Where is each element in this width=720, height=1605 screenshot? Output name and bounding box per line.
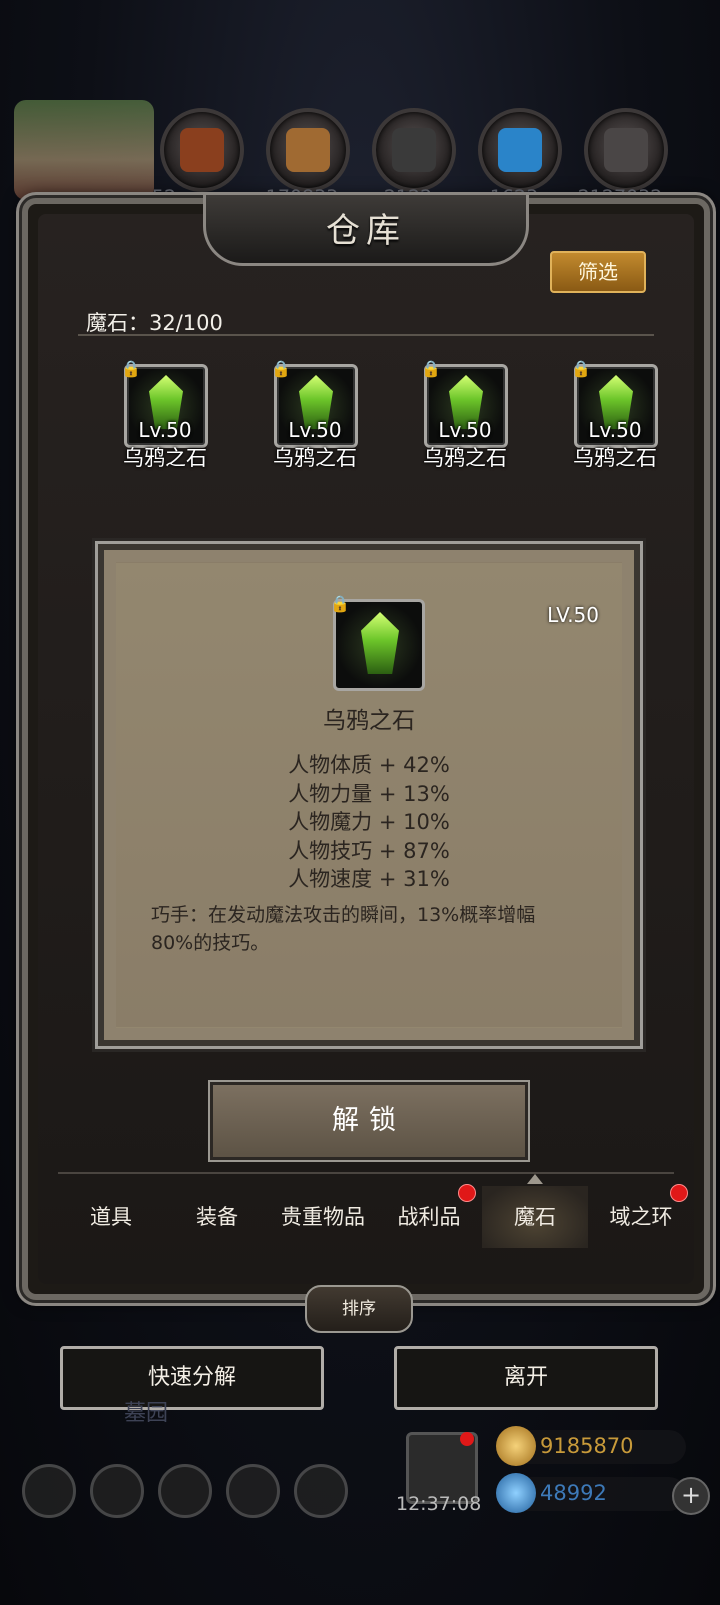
item-slot[interactable]: 🔒 Lv.50 乌鸦之石 bbox=[550, 359, 680, 474]
gem-amount: 48992 bbox=[540, 1481, 607, 1505]
detail-item-name: 乌鸦之石 bbox=[323, 708, 415, 734]
leave-button[interactable]: 离开 bbox=[394, 1346, 658, 1410]
hud-mail-icon[interactable] bbox=[226, 1464, 280, 1518]
detail-parchment: 🔒 LV.50 乌鸦之石 人物体质 + 42% 人物力量 + 13% 人物魔力 … bbox=[116, 562, 622, 1028]
item-name: 乌鸦之石 bbox=[573, 446, 657, 470]
tab-label: 域之环 bbox=[609, 1205, 673, 1229]
item-level: Lv.50 bbox=[588, 418, 642, 442]
item-level: Lv.50 bbox=[438, 418, 492, 442]
gold-amount: 9185870 bbox=[540, 1434, 634, 1458]
title-plate: 仓库 bbox=[203, 192, 529, 266]
leather-resource-icon bbox=[160, 108, 244, 192]
sort-button[interactable]: 排序 bbox=[305, 1285, 413, 1333]
player-avatar bbox=[14, 100, 154, 200]
item-slot[interactable]: 🔒 Lv.50 乌鸦之石 bbox=[250, 359, 380, 474]
category-tabs: 道具 装备 贵重物品 战利品 魔石 域之环 bbox=[58, 1172, 688, 1262]
item-name: 乌鸦之石 bbox=[123, 446, 207, 470]
warehouse-window: 魔石：32/100 🔒 Lv.50 乌鸦之石 🔒 Lv.50 乌鸦之石 🔒 Lv… bbox=[22, 192, 710, 1300]
lock-icon: 🔒 bbox=[421, 359, 441, 378]
stat-line: 人物体质 + 42% bbox=[288, 753, 450, 777]
item-slot[interactable]: 🔒 Lv.50 乌鸦之石 bbox=[400, 359, 530, 474]
item-grid: 🔒 Lv.50 乌鸦之石 🔒 Lv.50 乌鸦之石 🔒 Lv.50 乌鸦之石 🔒… bbox=[100, 359, 690, 474]
item-slot[interactable]: 🔒 Lv.50 乌鸦之石 bbox=[100, 359, 230, 474]
stat-line: 人物力量 + 13% bbox=[288, 781, 450, 806]
tab-label: 战利品 bbox=[397, 1205, 461, 1229]
gem-display: 48992 bbox=[496, 1473, 686, 1513]
item-name: 乌鸦之石 bbox=[423, 446, 507, 470]
notification-dot bbox=[458, 1184, 476, 1202]
stat-list: 人物体质 + 42% 人物力量 + 13% 人物魔力 + 10% 人物技巧 + … bbox=[117, 751, 621, 894]
notification-dot bbox=[460, 1432, 474, 1446]
divider bbox=[78, 334, 654, 336]
countdown-timer: 12:37:08 bbox=[396, 1493, 482, 1515]
raven-stone-icon bbox=[361, 612, 399, 674]
tab-items[interactable]: 道具 bbox=[58, 1186, 164, 1248]
skill-description: 巧手：在发动魔法攻击的瞬间，13%概率增幅80%的技巧。 bbox=[151, 904, 536, 954]
gem-icon bbox=[496, 1473, 536, 1513]
notification-dot bbox=[670, 1184, 688, 1202]
item-name: 乌鸦之石 bbox=[273, 446, 357, 470]
item-detail-panel: 🔒 LV.50 乌鸦之石 人物体质 + 42% 人物力量 + 13% 人物魔力 … bbox=[98, 544, 640, 1046]
hud-menu-icon[interactable] bbox=[158, 1464, 212, 1518]
detail-item-icon: 🔒 bbox=[330, 594, 425, 691]
tab-label: 道具 bbox=[90, 1205, 132, 1229]
add-currency-button[interactable]: + bbox=[672, 1477, 710, 1515]
hud-menu-icon[interactable] bbox=[22, 1464, 76, 1518]
crystal-resource-icon bbox=[478, 108, 562, 192]
tab-equipment[interactable]: 装备 bbox=[164, 1186, 270, 1248]
tab-loot[interactable]: 战利品 bbox=[376, 1184, 482, 1248]
hud-menu-icon[interactable] bbox=[294, 1464, 348, 1518]
lock-icon: 🔒 bbox=[330, 594, 350, 613]
tab-label: 贵重物品 bbox=[281, 1205, 365, 1229]
tab-domain-ring[interactable]: 域之环 bbox=[588, 1184, 694, 1248]
lock-icon: 🔒 bbox=[121, 359, 141, 378]
stone-resource-icon bbox=[584, 108, 668, 192]
tab-label: 装备 bbox=[196, 1205, 238, 1229]
detail-level: LV.50 bbox=[547, 603, 599, 627]
lock-icon: 🔒 bbox=[571, 359, 591, 378]
gold-display: 9185870 bbox=[496, 1426, 686, 1466]
tab-magic-stone[interactable]: 魔石 bbox=[482, 1174, 588, 1248]
item-level: Lv.50 bbox=[138, 418, 192, 442]
wood-resource-icon bbox=[266, 108, 350, 192]
stat-line: 人物速度 + 31% bbox=[288, 867, 450, 891]
stat-line: 人物技巧 + 87% bbox=[288, 838, 450, 863]
quick-decompose-button[interactable]: 快速分解 bbox=[60, 1346, 324, 1410]
filter-button[interactable]: 筛选 bbox=[550, 251, 646, 293]
unlock-button[interactable]: 解锁 bbox=[210, 1082, 528, 1160]
active-tab-caret bbox=[527, 1174, 543, 1184]
tab-valuables[interactable]: 贵重物品 bbox=[270, 1186, 376, 1248]
hud-menu-icon[interactable] bbox=[90, 1464, 144, 1518]
iron-resource-icon bbox=[372, 108, 456, 192]
item-level: Lv.50 bbox=[288, 418, 342, 442]
gold-coin-icon bbox=[496, 1426, 536, 1466]
location-label: 墓园 bbox=[124, 1401, 169, 1426]
magic-stone-count: 魔石：32/100 bbox=[86, 311, 223, 335]
window-title: 仓库 bbox=[326, 211, 406, 251]
warehouse-panel: 魔石：32/100 🔒 Lv.50 乌鸦之石 🔒 Lv.50 乌鸦之石 🔒 Lv… bbox=[38, 214, 694, 1284]
lock-icon: 🔒 bbox=[271, 359, 291, 378]
tab-label: 魔石 bbox=[514, 1205, 556, 1229]
stat-line: 人物魔力 + 10% bbox=[288, 810, 450, 834]
